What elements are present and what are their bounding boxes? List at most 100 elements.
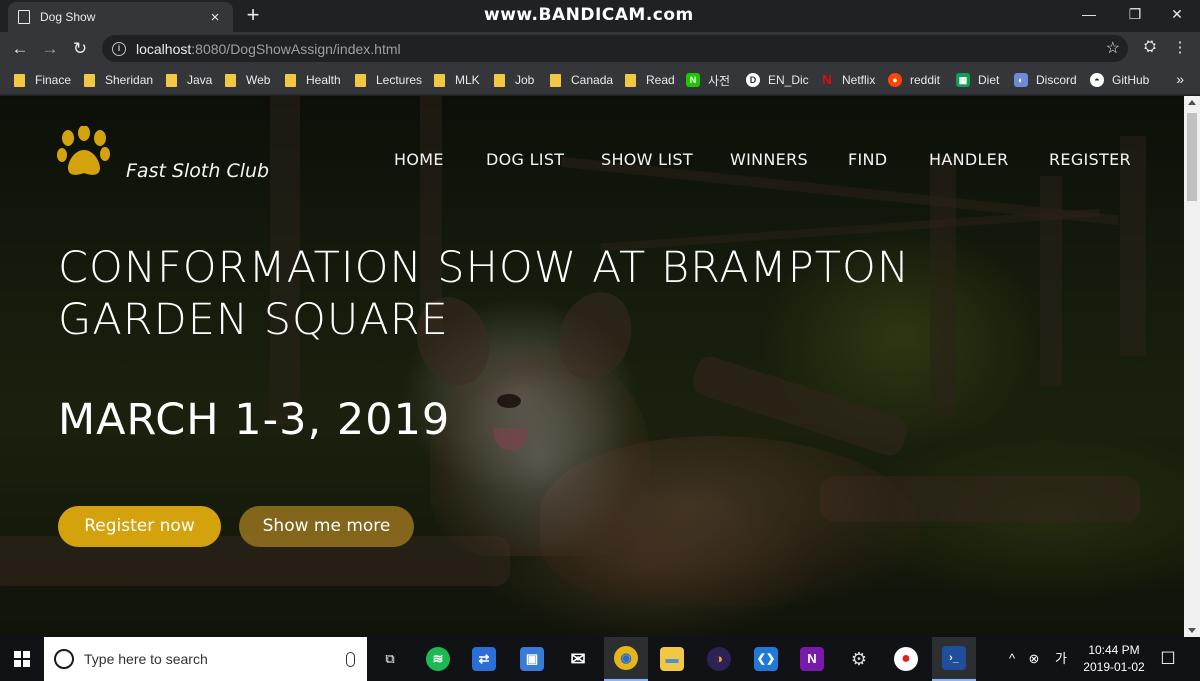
page-viewport: Fast Sloth Club HOME DOG LIST SHOW LIST … <box>0 96 1184 637</box>
search-placeholder: Type here to search <box>84 651 208 667</box>
clock-date: 2019-01-02 <box>1083 660 1145 674</box>
chrome-app[interactable]: ◉ <box>604 637 648 681</box>
bookmark-discord[interactable]: ◐ Discord <box>1014 71 1077 89</box>
bookmark-en-dic[interactable]: D EN_Dic <box>746 71 809 89</box>
recording-watermark: www.BANDICAM.com <box>484 5 694 25</box>
task-view-button[interactable]: ⧉ <box>368 637 412 681</box>
browser-toolbar: ← → ↻ i localhost:8080/DogShowAssign/ind… <box>0 32 1200 65</box>
dictionary-icon: D <box>746 73 760 87</box>
headline-line-2: GARDEN SQUARE <box>58 295 449 345</box>
start-button[interactable] <box>0 637 44 681</box>
bookmark-label: Java <box>187 73 213 87</box>
bookmark-java[interactable]: Java <box>166 71 212 89</box>
system-clock[interactable]: 10:44 PM 2019-01-02 <box>1080 642 1148 676</box>
settings-app[interactable]: ⚙ <box>837 637 881 681</box>
github-icon: ◓ <box>1090 73 1104 87</box>
bookmark-label: reddit <box>910 73 941 87</box>
nav-register[interactable]: REGISTER <box>1049 150 1131 169</box>
nav-find[interactable]: FIND <box>848 150 887 169</box>
bookmark-label: 사전 <box>708 73 731 88</box>
bookmark-label: Lectures <box>376 73 423 87</box>
new-tab-button[interactable]: + <box>243 3 263 27</box>
minimize-button[interactable]: — <box>1066 0 1112 30</box>
file-explorer-app[interactable]: ▬ <box>650 637 694 681</box>
bookmark-label: Canada <box>571 73 614 87</box>
show-me-more-button[interactable]: Show me more <box>239 506 414 547</box>
bookmark-label: Web <box>246 73 271 87</box>
onenote-app[interactable]: N <box>790 637 834 681</box>
spotify-icon: ≋ <box>426 647 450 671</box>
network-app[interactable]: ⇄ <box>462 637 506 681</box>
task-view-icon: ⧉ <box>385 651 395 666</box>
forward-button[interactable]: → <box>38 37 62 61</box>
bookmark-label: Read <box>646 73 675 87</box>
nav-show-list[interactable]: SHOW LIST <box>601 150 693 169</box>
vscode-icon: ❮❯ <box>754 647 778 671</box>
scroll-up-icon[interactable] <box>1188 100 1196 105</box>
back-button[interactable]: ← <box>8 37 32 61</box>
bookmark-mlk[interactable]: MLK <box>434 71 480 89</box>
close-window-button[interactable]: ✕ <box>1154 0 1200 30</box>
bandicam-app[interactable]: ● <box>884 637 928 681</box>
nav-winners[interactable]: WINNERS <box>730 150 808 169</box>
nav-home[interactable]: HOME <box>394 150 444 169</box>
tray-status-icon[interactable]: ⊗ <box>1024 637 1044 681</box>
event-date: MARCH 1-3, 2019 <box>58 395 451 445</box>
windows-taskbar: Type here to search ⧉ ≋ ⇄ ▣ ✉ ◉ ▬ ◑ ❮❯ N… <box>0 637 1200 681</box>
folder-icon <box>434 73 445 87</box>
bookmark-star-icon[interactable]: ☆ <box>1106 38 1120 58</box>
bookmark-diet[interactable]: ▦ Diet <box>956 71 999 89</box>
scroll-thumb[interactable] <box>1187 113 1197 201</box>
folder-icon <box>166 73 177 87</box>
more-bookmarks-icon[interactable]: » <box>1176 71 1184 87</box>
spotify-app[interactable]: ≋ <box>416 637 460 681</box>
url-host: localhost <box>136 40 192 57</box>
tray-expand-icon[interactable]: ^ <box>1004 637 1020 681</box>
bookmark-label: Discord <box>1036 73 1077 87</box>
bookmarks-bar: Finace Sheridan Java Web Health Lectures… <box>0 65 1200 95</box>
nav-dog-list[interactable]: DOG LIST <box>486 150 564 169</box>
input-method-icon[interactable]: 가 <box>1050 637 1072 681</box>
bookmark-job[interactable]: Job <box>494 71 534 89</box>
taskbar-search[interactable]: Type here to search <box>44 637 367 681</box>
bookmark-label: Finace <box>35 73 72 87</box>
bookmark-read[interactable]: Read <box>625 71 675 89</box>
menu-icon[interactable]: ⋮ <box>1170 38 1190 56</box>
record-icon: ● <box>894 647 918 671</box>
bookmark-lectures[interactable]: Lectures <box>355 71 422 89</box>
mail-app[interactable]: ✉ <box>556 637 600 681</box>
main-nav: HOME DOG LIST SHOW LIST WINNERS FIND HAN… <box>0 150 1184 174</box>
nav-handler[interactable]: HANDLER <box>929 150 1009 169</box>
bookmark-sheridan[interactable]: Sheridan <box>84 71 153 89</box>
notification-icon[interactable]: ☐ <box>1156 637 1180 681</box>
discord-icon: ◐ <box>1014 73 1028 87</box>
info-icon[interactable]: i <box>112 41 126 56</box>
vscode-app[interactable]: ❮❯ <box>744 637 788 681</box>
eclipse-app[interactable]: ◑ <box>697 637 741 681</box>
eclipse-icon: ◑ <box>707 647 731 671</box>
extension-icon[interactable]: ⛭ <box>1140 38 1160 55</box>
browser-tab[interactable]: Dog Show × <box>8 2 233 32</box>
reddit-icon: ● <box>888 73 902 87</box>
register-now-button[interactable]: Register now <box>58 506 221 547</box>
bookmark-github[interactable]: ◓ GitHub <box>1090 71 1149 89</box>
address-bar[interactable]: i localhost:8080/DogShowAssign/index.htm… <box>102 35 1128 62</box>
restore-button[interactable]: ❐ <box>1112 0 1158 30</box>
page-scrollbar[interactable] <box>1184 96 1200 637</box>
bookmark-label: GitHub <box>1112 73 1150 87</box>
chrome-icon: ◉ <box>614 646 638 670</box>
remote-desktop-app[interactable]: ▣ <box>510 637 554 681</box>
bookmark-canada[interactable]: Canada <box>550 71 613 89</box>
tab-close-icon[interactable]: × <box>207 9 223 26</box>
bookmark-dictionary-kr[interactable]: N 사전 <box>686 71 730 89</box>
netflix-icon: N <box>822 72 832 87</box>
bookmark-netflix[interactable]: N Netflix <box>820 71 875 89</box>
powershell-app[interactable]: ›_ <box>932 637 976 681</box>
microphone-icon[interactable] <box>346 651 355 667</box>
scroll-down-icon[interactable] <box>1188 628 1196 633</box>
bookmark-health[interactable]: Health <box>285 71 341 89</box>
bookmark-reddit[interactable]: ● reddit <box>888 71 940 89</box>
bookmark-web[interactable]: Web <box>225 71 270 89</box>
bookmark-finace[interactable]: Finace <box>14 71 71 89</box>
reload-button[interactable]: ↻ <box>68 37 92 61</box>
